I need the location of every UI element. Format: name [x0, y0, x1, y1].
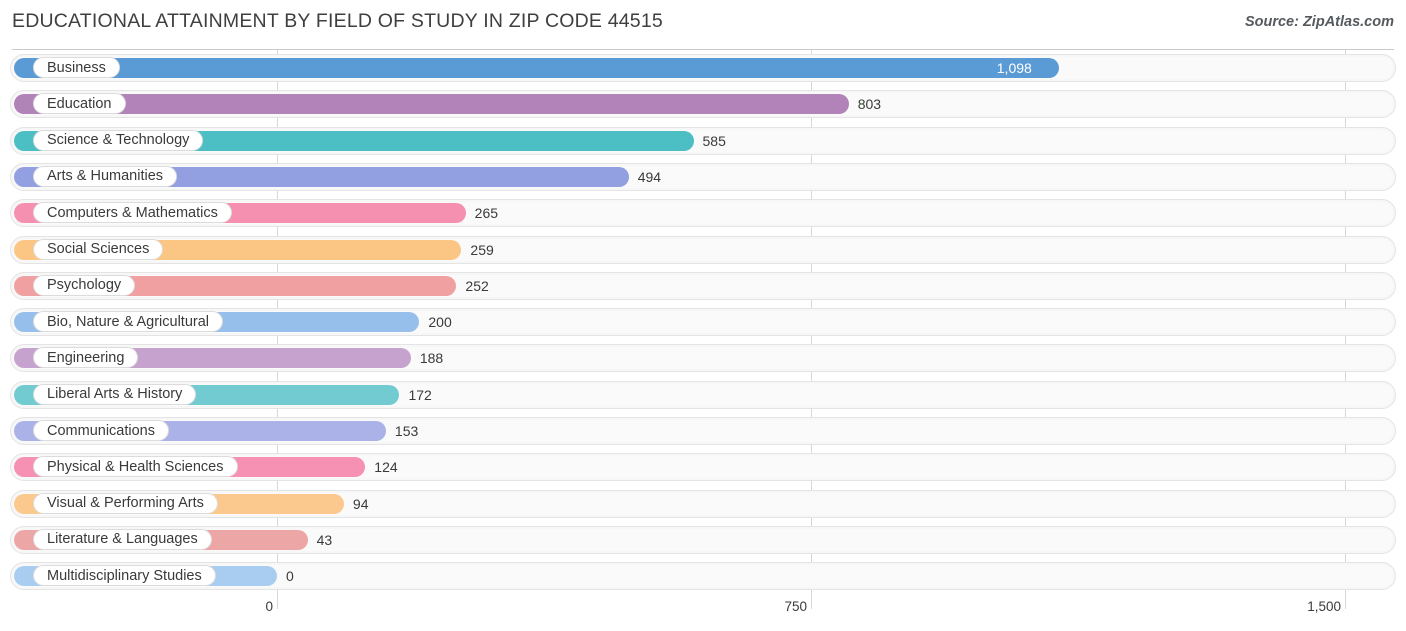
bar-category-label: Multidisciplinary Studies	[33, 565, 216, 587]
chart-row[interactable]: Arts & Humanities 494	[10, 162, 1396, 191]
page-title: EDUCATIONAL ATTAINMENT BY FIELD OF STUDY…	[12, 10, 663, 32]
bar-value-label: 200	[428, 314, 452, 331]
axis-tick-mark	[811, 595, 812, 609]
bar-category-label: Physical & Health Sciences	[33, 456, 238, 478]
bar-category-label: Engineering	[33, 347, 139, 369]
x-axis: 0 750 1,500	[0, 595, 1406, 631]
bar-category-label: Social Sciences	[33, 238, 164, 260]
axis-tick-mark	[277, 595, 278, 609]
chart-row[interactable]: Multidisciplinary Studies 0	[10, 562, 1396, 591]
chart-row[interactable]: Visual & Performing Arts 94	[10, 489, 1396, 518]
chart-row[interactable]: Literature & Languages 43	[10, 525, 1396, 554]
bar-value-label: 494	[637, 168, 662, 185]
bar-value-label: 0	[286, 568, 294, 585]
bar-category-label: Bio, Nature & Agricultural	[33, 311, 223, 333]
axis-tick-mark	[1345, 595, 1346, 609]
bar[interactable]	[14, 58, 1059, 78]
chart-row[interactable]: Computers & Mathematics 265	[10, 199, 1396, 228]
chart-row[interactable]: Science & Technology 585	[10, 126, 1396, 155]
bar-category-label: Liberal Arts & History	[33, 383, 197, 405]
chart-header: EDUCATIONAL ATTAINMENT BY FIELD OF STUDY…	[0, 0, 1406, 50]
chart-row[interactable]: Physical & Health Sciences 124	[10, 453, 1396, 482]
bar-value-label: 259	[470, 241, 494, 258]
bar-value-label: 1,098	[996, 60, 1032, 76]
bar-value-label: 803	[857, 96, 882, 113]
chart-row[interactable]: Bio, Nature & Agricultural 200	[10, 308, 1396, 337]
bar-value-label: 585	[702, 132, 726, 149]
bar-value-label: 124	[374, 459, 398, 476]
bar-value-label: 265	[474, 205, 499, 222]
bar[interactable]	[14, 94, 849, 115]
chart-row[interactable]: Engineering 188	[10, 344, 1396, 373]
bar-category-label: Science & Technology	[33, 129, 204, 151]
chart-row[interactable]: Communications 153	[10, 417, 1396, 445]
bar-category-label: Computers & Mathematics	[33, 202, 232, 224]
axis-tick-label: 750	[784, 599, 807, 614]
chart-root: EDUCATIONAL ATTAINMENT BY FIELD OF STUDY…	[0, 0, 1406, 631]
chart-row[interactable]: Psychology 252	[10, 271, 1396, 300]
bar-value-label: 172	[408, 386, 432, 403]
bar-category-label: Psychology	[33, 274, 136, 296]
bar-value-label: 252	[465, 277, 489, 294]
bar-category-label: Visual & Performing Arts	[33, 492, 218, 514]
bar-value-label: 188	[419, 350, 444, 367]
axis-tick-label: 1,500	[1307, 599, 1341, 614]
bar-value-label: 94	[352, 495, 369, 512]
bar-category-label: Education	[33, 93, 126, 115]
chart-row[interactable]: Education 803	[10, 90, 1396, 119]
chart-row[interactable]: Liberal Arts & History 172	[10, 380, 1396, 409]
axis-tick-label: 0	[265, 599, 273, 614]
chart-row[interactable]: Business 1,098	[10, 54, 1396, 82]
bar-category-label: Arts & Humanities	[33, 165, 178, 187]
source-attribution: Source: ZipAtlas.com	[1244, 14, 1394, 30]
bar-category-label: Business	[33, 57, 120, 78]
bar-value-label: 153	[394, 423, 419, 439]
chart-row[interactable]: Social Sciences 259	[10, 235, 1396, 264]
bar-value-label: 43	[316, 531, 333, 548]
bar-category-label: Communications	[33, 420, 169, 441]
bar-category-label: Literature & Languages	[33, 528, 212, 550]
plot-area: Business 1,098 Education 803 Science & Techn…	[0, 50, 1406, 595]
